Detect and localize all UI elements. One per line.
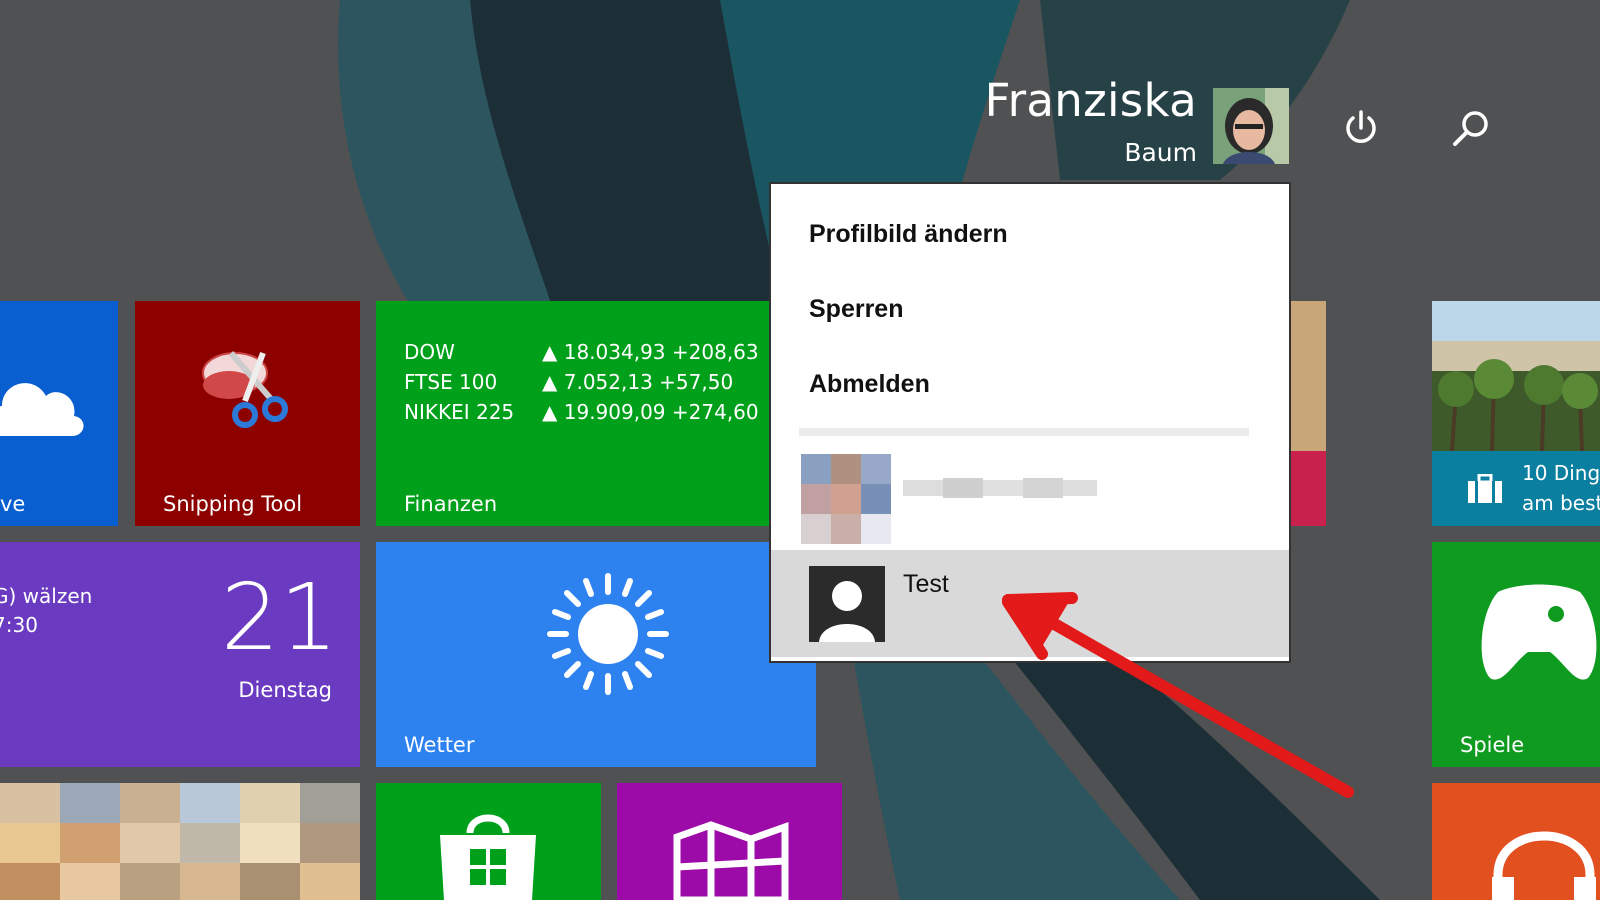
menu-divider <box>799 428 1249 436</box>
menu-item-lock[interactable]: Sperren <box>809 295 903 324</box>
tile-purple-app[interactable] <box>617 783 842 900</box>
ticker-row: FTSE 100 ▲ 7.052,13 +57,50 <box>404 370 734 394</box>
tile-onedrive[interactable]: ve <box>0 301 118 526</box>
calendar-event: G) wälzen 7:30 <box>0 584 93 637</box>
other-account-avatar[interactable] <box>801 454 893 544</box>
other-account-name-blurred[interactable] <box>903 474 1097 502</box>
scissors-icon <box>202 351 288 428</box>
tile-photo-partial[interactable] <box>1290 301 1326 451</box>
ticker-row: NIKKEI 225 ▲ 19.909,09 +274,60 <box>404 400 759 424</box>
account-menu: Profilbild ändern Sperren Abmelden Test <box>769 182 1291 663</box>
travel-text: 10 Ding am best <box>1522 461 1600 515</box>
tile-label: ve <box>0 492 26 516</box>
tile-calendar[interactable]: G) wälzen 7:30 21 Dienstag <box>0 542 360 767</box>
tile-label: Spiele <box>1460 733 1525 757</box>
tile-label: Snipping Tool <box>163 492 303 516</box>
store-bag-icon <box>440 814 536 900</box>
cloud-icon <box>0 383 84 436</box>
tile-games[interactable]: Spiele <box>1432 542 1600 767</box>
calendar-weekday: Dienstag <box>238 678 332 702</box>
headphones-icon <box>1492 831 1596 900</box>
tile-photos[interactable] <box>0 783 360 900</box>
power-icon <box>1346 110 1376 143</box>
tile-travel[interactable]: 10 Ding am best <box>1432 301 1600 526</box>
tile-weather[interactable]: Wetter <box>376 542 816 767</box>
tile-snipping-tool[interactable]: Snipping Tool <box>135 301 360 526</box>
other-account-test-name: Test <box>903 570 949 598</box>
calendar-day: 21 <box>220 564 338 671</box>
search-button[interactable] <box>1443 100 1499 156</box>
search-icon <box>1453 111 1488 146</box>
ticker-row: DOW ▲ 18.034,93 +208,63 <box>404 340 759 364</box>
xbox-controller-icon <box>1481 584 1597 680</box>
suitcase-icon <box>1468 474 1502 503</box>
menu-item-sign-out[interactable]: Abmelden <box>809 370 930 399</box>
tile-label: Finanzen <box>404 492 498 516</box>
tile-store[interactable] <box>376 783 601 900</box>
map-icon <box>673 821 789 900</box>
user-placeholder-icon <box>809 566 885 642</box>
user-last-name[interactable]: Baum <box>1124 140 1197 165</box>
tile-label: Wetter <box>404 733 475 757</box>
tile-pink-partial[interactable] <box>1290 451 1326 526</box>
user-first-name[interactable]: Franziska <box>985 78 1197 123</box>
menu-item-change-picture[interactable]: Profilbild ändern <box>809 220 1008 249</box>
tile-music[interactable] <box>1432 783 1600 900</box>
sun-icon <box>547 573 669 695</box>
power-button[interactable] <box>1333 100 1389 156</box>
user-avatar[interactable] <box>1213 88 1289 164</box>
travel-photo <box>1432 301 1600 451</box>
blurred-photo <box>0 783 360 900</box>
ticker-list: DOW ▲ 18.034,93 +208,63 FTSE 100 ▲ 7.052,1… <box>404 337 759 427</box>
tile-finance[interactable]: DOW ▲ 18.034,93 +208,63 FTSE 100 ▲ 7.052,1… <box>376 301 816 526</box>
other-account-test[interactable]: Test <box>771 550 1289 657</box>
